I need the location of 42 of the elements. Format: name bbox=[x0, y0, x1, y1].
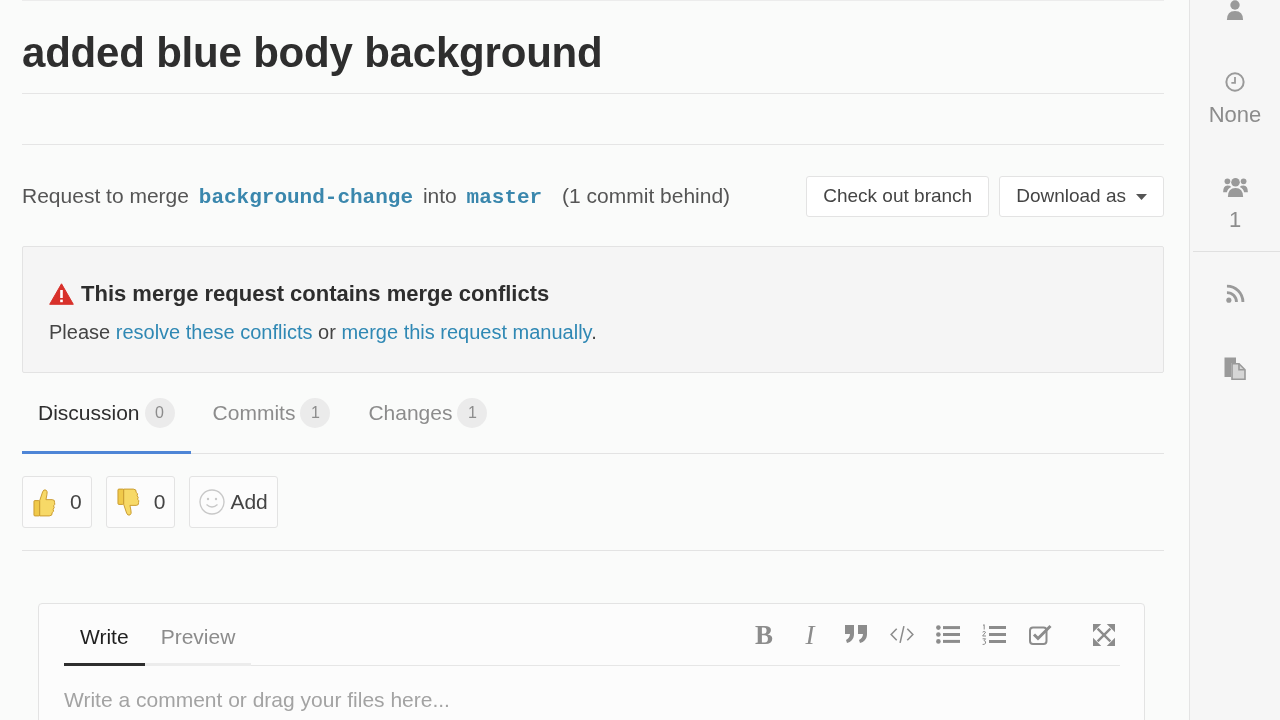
editor-tab[interactable]: Write bbox=[64, 604, 145, 666]
person-icon[interactable] bbox=[1226, 0, 1244, 20]
text-link[interactable]: resolve these conflicts bbox=[115, 321, 313, 343]
task-list-icon[interactable] bbox=[1028, 624, 1052, 645]
dropdown-button[interactable]: Download as bbox=[999, 176, 1164, 217]
italic-button[interactable]: I bbox=[798, 619, 822, 650]
thumbs-down-button[interactable]: 0 bbox=[105, 476, 176, 528]
code-icon[interactable] bbox=[890, 625, 914, 644]
rss-icon[interactable] bbox=[1225, 284, 1245, 303]
action-button[interactable]: Check out branch bbox=[806, 176, 990, 217]
merge-request-info: Request to merge background-change into master (1 commit behind) bbox=[22, 182, 731, 211]
numbered-list-icon[interactable] bbox=[982, 623, 1006, 646]
fullscreen-icon[interactable] bbox=[1093, 623, 1115, 646]
sidebar-value: None bbox=[1208, 103, 1262, 127]
clock-icon[interactable] bbox=[1225, 72, 1245, 92]
text-link[interactable]: merge this request manually bbox=[341, 321, 592, 343]
caret-icon bbox=[1136, 193, 1147, 200]
copy-icon[interactable] bbox=[1224, 357, 1246, 380]
alert-message: Please resolve these conflicts or merge this request manually. bbox=[49, 320, 598, 345]
count-badge: 0 bbox=[144, 398, 175, 428]
count-badge: 1 bbox=[300, 398, 331, 428]
thumbs-up-icon bbox=[33, 487, 56, 517]
bold-button[interactable]: B bbox=[752, 619, 776, 650]
bullet-list-icon[interactable] bbox=[936, 625, 960, 644]
alert-title: This merge request contains merge conflicts bbox=[81, 280, 550, 308]
merge-request-tab[interactable]: Changes 1 bbox=[352, 373, 504, 454]
quote-icon[interactable] bbox=[844, 625, 868, 644]
count-badge: 1 bbox=[457, 398, 488, 428]
warning-icon bbox=[49, 283, 74, 305]
branch-link[interactable]: master bbox=[462, 185, 547, 209]
merge-request-tab[interactable]: Discussion 0 bbox=[22, 373, 191, 454]
thumbs-up-button[interactable]: 0 bbox=[22, 476, 92, 528]
page-title: added blue body background bbox=[22, 28, 604, 78]
merge-request-tab[interactable]: Commits 1 bbox=[196, 373, 347, 454]
smiley-icon bbox=[199, 489, 226, 515]
add-reaction-button[interactable]: Add bbox=[189, 476, 278, 528]
thumbs-down-icon bbox=[116, 487, 140, 517]
branch-link[interactable]: background-change bbox=[194, 185, 418, 209]
group-icon[interactable] bbox=[1222, 177, 1248, 197]
comment-field[interactable]: Write a comment or drag your files here... bbox=[64, 686, 1120, 720]
sidebar-value: 1 bbox=[1228, 208, 1242, 232]
editor-tab[interactable]: Preview bbox=[144, 604, 252, 666]
